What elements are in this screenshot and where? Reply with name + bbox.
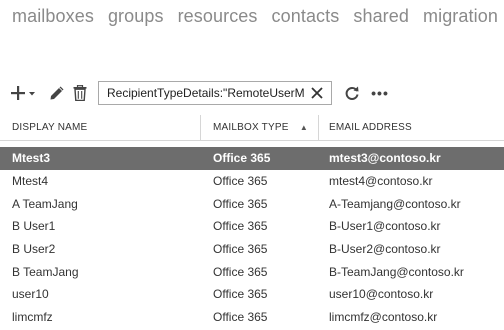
display-name-cell: limcmfz: [12, 310, 53, 325]
display-name-cell: Mtest4: [12, 174, 49, 189]
add-button[interactable]: [10, 81, 40, 105]
more-options-button[interactable]: •••: [368, 81, 392, 105]
search-box: [98, 81, 332, 105]
column-header-label: EMAIL ADDRESS: [329, 122, 412, 133]
plus-icon: [11, 86, 35, 100]
column-header-email-address[interactable]: EMAIL ADDRESS: [318, 114, 504, 141]
table-row[interactable]: Mtest4 Office 365 mtest4@contoso.kr: [0, 170, 504, 193]
mailbox-type-cell: Office 365: [213, 242, 268, 257]
mailbox-grid: DISPLAY NAME MAILBOX TYPE ▲ EMAIL ADDRES…: [0, 114, 504, 329]
tab-mailboxes[interactable]: mailboxes: [12, 6, 94, 27]
display-name-cell: B TeamJang: [12, 264, 79, 279]
close-icon: [311, 87, 323, 99]
table-row[interactable]: limcmfz Office 365 limcmfz@contoso.kr: [0, 306, 504, 329]
email-address-cell: A-Teamjang@contoso.kr: [329, 196, 461, 211]
column-header-label: DISPLAY NAME: [12, 122, 88, 133]
display-name-cell: B User1: [12, 219, 56, 234]
table-row[interactable]: B TeamJang Office 365 B-TeamJang@contoso…: [0, 260, 504, 283]
table-row[interactable]: Mtest3 Office 365 mtest3@contoso.kr: [0, 147, 504, 170]
grid-header: DISPLAY NAME MAILBOX TYPE ▲ EMAIL ADDRES…: [0, 114, 504, 141]
sort-ascending-icon: ▲: [299, 123, 308, 132]
tab-shared[interactable]: shared: [353, 6, 409, 27]
column-header-display-name[interactable]: DISPLAY NAME: [0, 115, 200, 141]
display-name-cell: Mtest3: [12, 151, 51, 166]
mailbox-type-cell: Office 365: [213, 174, 268, 189]
pencil-icon: [50, 86, 64, 100]
tab-contacts[interactable]: contacts: [272, 6, 340, 27]
email-address-cell: B-User2@contoso.kr: [329, 242, 441, 257]
mailbox-type-cell: Office 365: [213, 196, 268, 211]
delete-button[interactable]: [70, 81, 90, 105]
column-header-mailbox-type[interactable]: MAILBOX TYPE ▲: [200, 114, 318, 141]
mailbox-type-cell: Office 365: [213, 310, 268, 325]
email-address-cell: B-TeamJang@contoso.kr: [329, 264, 464, 279]
table-row[interactable]: B User1 Office 365 B-User1@contoso.kr: [0, 215, 504, 238]
table-row[interactable]: B User2 Office 365 B-User2@contoso.kr: [0, 238, 504, 261]
top-nav: mailboxes groups resources contacts shar…: [12, 2, 504, 30]
mailbox-type-cell: Office 365: [213, 151, 271, 166]
grid-rows: Mtest3 Office 365 mtest3@contoso.kr Mtes…: [0, 147, 504, 329]
email-address-cell: mtest3@contoso.kr: [329, 151, 441, 166]
display-name-cell: B User2: [12, 242, 56, 257]
email-address-cell: mtest4@contoso.kr: [329, 174, 433, 189]
refresh-icon: [345, 86, 359, 100]
display-name-cell: user10: [12, 287, 49, 302]
table-row[interactable]: user10 Office 365 user10@contoso.kr: [0, 283, 504, 306]
mailbox-type-cell: Office 365: [213, 264, 268, 279]
toolbar: •••: [10, 80, 392, 106]
display-name-cell: A TeamJang: [12, 196, 78, 211]
table-row[interactable]: A TeamJang Office 365 A-Teamjang@contoso…: [0, 192, 504, 215]
refresh-button[interactable]: [340, 81, 364, 105]
mailbox-type-cell: Office 365: [213, 219, 268, 234]
trash-icon: [73, 85, 87, 101]
clear-search-button[interactable]: [305, 82, 329, 104]
tab-resources[interactable]: resources: [178, 6, 258, 27]
search-input[interactable]: [99, 82, 305, 104]
tab-migration[interactable]: migration: [423, 6, 498, 27]
edit-button[interactable]: [46, 81, 68, 105]
email-address-cell: limcmfz@contoso.kr: [329, 310, 438, 325]
email-address-cell: user10@contoso.kr: [329, 287, 434, 302]
tab-groups[interactable]: groups: [108, 6, 164, 27]
column-header-label: MAILBOX TYPE: [213, 122, 289, 133]
email-address-cell: B-User1@contoso.kr: [329, 219, 441, 234]
mailbox-type-cell: Office 365: [213, 287, 268, 302]
